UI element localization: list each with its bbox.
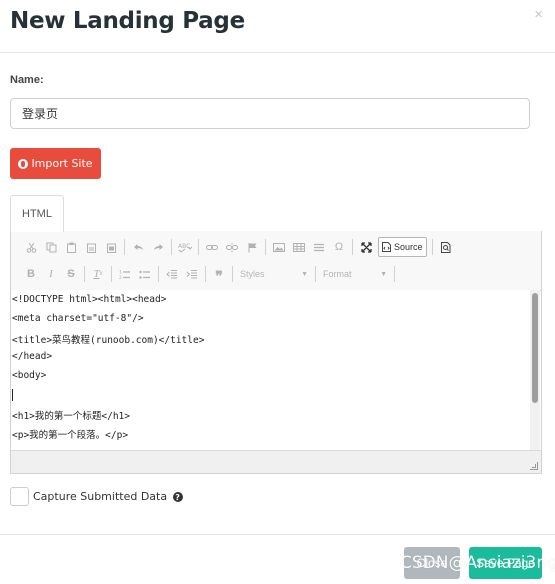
format-combo[interactable]: Format ▼ xyxy=(319,265,391,283)
svg-text:ABC: ABC xyxy=(178,243,190,250)
code-line-3: <title>菜鸟教程(runoob.com)</title> xyxy=(12,335,205,346)
maximize-icon[interactable] xyxy=(356,237,376,257)
source-button[interactable]: Source xyxy=(378,237,427,257)
close-icon[interactable]: × xyxy=(534,6,543,23)
scrollbar-thumb[interactable] xyxy=(532,293,538,403)
unlink-icon[interactable] xyxy=(222,237,242,257)
styles-combo[interactable]: Styles ▼ xyxy=(236,265,312,283)
toolbar-separator xyxy=(431,239,433,255)
toolbar-separator xyxy=(158,266,159,282)
chevron-down-icon: ▼ xyxy=(301,270,308,278)
remove-format-icon[interactable]: Tx xyxy=(88,264,108,284)
help-icon[interactable]: ? xyxy=(172,492,183,502)
capture-submitted-data-checkbox[interactable] xyxy=(10,487,29,506)
cut-icon[interactable] xyxy=(21,237,41,257)
text-cursor xyxy=(12,389,13,401)
code-line-4: </head> xyxy=(12,351,53,362)
toolbar-separator xyxy=(205,266,206,282)
italic-icon[interactable]: I xyxy=(41,264,61,284)
code-line-8: <p>我的第一个段落。</p> xyxy=(12,430,129,441)
numbered-list-icon[interactable]: 12 xyxy=(115,264,135,284)
capture-submitted-data-label: Capture Submitted Data ? xyxy=(33,490,183,503)
redo-icon[interactable] xyxy=(148,237,168,257)
indent-icon[interactable] xyxy=(182,264,202,284)
modal-header: New Landing Page × xyxy=(0,0,555,53)
toolbar-separator xyxy=(198,239,199,255)
link-icon[interactable] xyxy=(202,237,222,257)
styles-label: Styles xyxy=(240,269,265,279)
horizontal-line-icon[interactable] xyxy=(309,237,329,257)
copy-icon[interactable] xyxy=(41,237,61,257)
bold-icon[interactable]: B xyxy=(21,264,41,284)
bulleted-list-icon[interactable] xyxy=(135,264,155,284)
toolbar-separator xyxy=(394,266,395,282)
paste-text-icon[interactable] xyxy=(81,237,101,257)
source-label: Source xyxy=(394,242,423,252)
undo-icon[interactable] xyxy=(128,237,148,257)
import-site-button[interactable]: Import Site xyxy=(10,148,101,179)
anchor-icon[interactable] xyxy=(242,237,262,257)
vertical-scrollbar[interactable] xyxy=(530,290,540,451)
table-icon[interactable] xyxy=(289,237,309,257)
toolbar-separator xyxy=(111,266,112,282)
code-line-7: <h1>我的第一个标题</h1> xyxy=(12,411,130,422)
outdent-icon[interactable] xyxy=(162,264,182,284)
code-line-5: <body> xyxy=(12,370,47,381)
import-site-label: Import Site xyxy=(31,157,93,170)
editor-status-bar xyxy=(11,450,541,473)
paste-word-icon[interactable] xyxy=(101,237,121,257)
footer-divider xyxy=(0,534,555,535)
toolbar-row-2: B I S Tx 12 ❞ Styles ▼ Format ▼ xyxy=(21,264,398,284)
svg-text:2: 2 xyxy=(119,275,122,280)
toolbar-separator xyxy=(265,239,266,255)
toolbar-separator xyxy=(232,266,233,282)
editor-toolbar: ABC Ω Source B I S T x 1 2 ❞ Styles ▼ Fo… xyxy=(11,231,541,291)
format-label: Format xyxy=(323,269,352,279)
blockquote-icon[interactable]: ❞ xyxy=(209,264,229,284)
svg-text:1: 1 xyxy=(119,269,122,275)
toolbar-separator xyxy=(315,266,316,282)
name-input[interactable] xyxy=(10,98,530,129)
html-editor: ABC Ω Source B I S T x 1 2 ❞ Styles ▼ Fo… xyxy=(10,231,542,474)
new-landing-page-modal: New Landing Page × Name: Import Site HTM… xyxy=(0,0,555,584)
paste-icon[interactable] xyxy=(61,237,81,257)
globe-icon xyxy=(18,158,29,169)
strikethrough-icon[interactable]: S xyxy=(61,264,81,284)
chevron-down-icon: ▼ xyxy=(380,270,387,278)
name-label: Name: xyxy=(10,74,44,86)
toolbar-separator xyxy=(124,239,125,255)
special-char-icon[interactable]: Ω xyxy=(329,237,349,257)
toolbar-row-1: ABC Ω Source xyxy=(21,237,456,257)
spellcheck-icon[interactable]: ABC xyxy=(175,237,195,257)
toolbar-separator xyxy=(84,266,85,282)
code-line-1: <!DOCTYPE html><html><head> xyxy=(12,294,167,305)
save-page-button[interactable]: Save Page xyxy=(469,547,542,579)
preview-icon[interactable] xyxy=(436,237,456,257)
image-icon[interactable] xyxy=(269,237,289,257)
code-line-2: <meta charset="utf-8"/> xyxy=(12,313,144,324)
modal-title: New Landing Page xyxy=(10,8,245,34)
toolbar-separator xyxy=(352,239,353,255)
source-icon xyxy=(382,242,391,252)
toolbar-separator xyxy=(171,239,172,255)
resize-handle-icon[interactable] xyxy=(530,462,538,470)
close-button[interactable]: Close xyxy=(404,547,460,579)
code-editor-area[interactable]: <!DOCTYPE html><html><head> <meta charse… xyxy=(11,290,530,451)
tab-html[interactable]: HTML xyxy=(10,195,64,232)
